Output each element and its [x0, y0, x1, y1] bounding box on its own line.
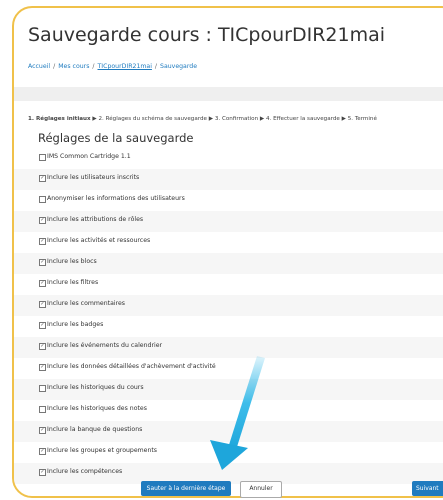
- backup-option-row[interactable]: ✓ Inclure les filtres: [14, 274, 443, 295]
- content-frame: Sauvegarde cours : TICpourDIR21mai Accue…: [12, 6, 443, 498]
- backup-option-label: Inclure les blocs: [47, 258, 97, 265]
- backup-option-row[interactable]: ✓ Inclure les commentaires: [14, 295, 443, 316]
- backup-option-label: Inclure les événements du calendrier: [47, 342, 163, 349]
- backup-option-row[interactable]: ✓ Inclure les activités et ressources: [14, 232, 443, 253]
- checkbox-checked[interactable]: ✓: [39, 175, 46, 182]
- skip-to-last-step-button[interactable]: Sauter à la dernière étape: [141, 481, 231, 496]
- backup-option-row[interactable]: ✓ Inclure les données détaillées d'achève…: [14, 358, 443, 379]
- breadcrumb-separator: /: [154, 63, 158, 70]
- checkbox-unchecked[interactable]: [39, 406, 46, 413]
- steps-remaining: ▶ 2. Réglages du schéma de sauvegarde ▶ …: [92, 116, 377, 122]
- backup-option-row[interactable]: ✓ Inclure les blocs: [14, 253, 443, 274]
- backup-option-label: Inclure les groupes et groupements: [47, 447, 158, 454]
- backup-option-label: Inclure la banque de questions: [47, 426, 143, 433]
- checkbox-unchecked[interactable]: [39, 196, 46, 203]
- checkbox-checked[interactable]: ✓: [39, 427, 46, 434]
- breadcrumb-home[interactable]: Accueil: [28, 63, 50, 70]
- checkbox-checked[interactable]: ✓: [39, 448, 46, 455]
- checkbox-checked[interactable]: ✓: [39, 280, 46, 287]
- step-current: 1. Réglages initiaux: [28, 116, 91, 122]
- page-title: Sauvegarde cours : TICpourDIR21mai: [28, 24, 386, 46]
- backup-option-label: Anonymiser les informations des utilisat…: [47, 195, 185, 202]
- backup-option-row[interactable]: ✓ Inclure la banque de questions: [14, 421, 443, 442]
- backup-option-row[interactable]: Anonymiser les informations des utilisat…: [14, 190, 443, 211]
- backup-option-label: Inclure les commentaires: [47, 300, 126, 307]
- breadcrumb: Accueil / Mes cours / TICpourDIR21mai / Sauveg…: [28, 63, 197, 70]
- backup-option-row[interactable]: ✓ Inclure les utilisateurs inscrits: [14, 169, 443, 190]
- backup-options-list: IMS Common Cartridge 1.1 ✓ Inclure les uti…: [14, 148, 443, 484]
- checkbox-checked[interactable]: ✓: [39, 238, 46, 245]
- cancel-button[interactable]: Annuler: [240, 481, 282, 498]
- breadcrumb-backup[interactable]: Sauvegarde: [160, 63, 197, 70]
- backup-option-row[interactable]: ✓ Inclure les groupes et groupements: [14, 442, 443, 463]
- checkbox-unchecked[interactable]: [39, 154, 46, 161]
- section-title: Réglages de la sauvegarde: [38, 131, 194, 145]
- checkbox-unchecked[interactable]: [39, 385, 46, 392]
- backup-option-row[interactable]: IMS Common Cartridge 1.1: [14, 148, 443, 169]
- backup-option-label: Inclure les compétences: [47, 468, 123, 475]
- checkbox-checked[interactable]: ✓: [39, 259, 46, 266]
- backup-option-label: IMS Common Cartridge 1.1: [47, 153, 131, 160]
- backup-option-label: Inclure les activités et ressources: [47, 237, 151, 244]
- backup-option-label: Inclure les utilisateurs inscrits: [47, 174, 140, 181]
- backup-option-label: Inclure les données détaillées d'achèvem…: [47, 363, 216, 370]
- breadcrumb-separator: /: [53, 63, 56, 70]
- breadcrumb-my-courses[interactable]: Mes cours: [58, 63, 89, 70]
- backup-progress-steps: 1. Réglages initiaux ▶ 2. Réglages du sc…: [28, 116, 377, 122]
- backup-option-label: Inclure les filtres: [47, 279, 99, 286]
- backup-option-row[interactable]: Inclure les historiques du cours: [14, 379, 443, 400]
- backup-option-label: Inclure les historiques des notes: [47, 405, 147, 412]
- backup-option-label: Inclure les badges: [47, 321, 104, 328]
- checkbox-checked[interactable]: ✓: [39, 322, 46, 329]
- breadcrumb-course[interactable]: TICpourDIR21mai: [98, 63, 152, 70]
- backup-option-row[interactable]: ✓ Inclure les badges: [14, 316, 443, 337]
- checkbox-checked[interactable]: ✓: [39, 343, 46, 350]
- header-divider-band: [14, 87, 443, 101]
- backup-option-row[interactable]: Inclure les historiques des notes: [14, 400, 443, 421]
- backup-option-label: Inclure les historiques du cours: [47, 384, 144, 391]
- next-button[interactable]: Suivant: [412, 481, 443, 496]
- checkbox-checked[interactable]: ✓: [39, 217, 46, 224]
- checkbox-checked[interactable]: ✓: [39, 301, 46, 308]
- breadcrumb-separator: /: [92, 63, 95, 70]
- backup-option-row[interactable]: ✓ Inclure les événements du calendrier: [14, 337, 443, 358]
- backup-option-row[interactable]: ✓ Inclure les attributions de rôles: [14, 211, 443, 232]
- checkbox-checked[interactable]: ✓: [39, 469, 46, 476]
- backup-option-label: Inclure les attributions de rôles: [47, 216, 144, 223]
- checkbox-checked[interactable]: ✓: [39, 364, 46, 371]
